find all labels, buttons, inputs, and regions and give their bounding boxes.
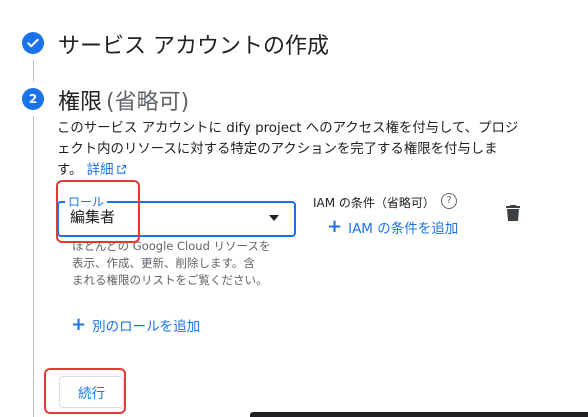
desc-line3: す。 — [57, 163, 83, 178]
role-hint: ほとんどの Google Cloud リソースを 表示、作成、更新、削除します。… — [72, 238, 280, 289]
iam-condition-label: IAM の条件（省略可） — [313, 196, 435, 210]
external-link-icon — [116, 164, 126, 174]
step2-description: このサービス アカウントに dify project へのアクセス権を付与して、… — [57, 118, 537, 181]
details-link[interactable]: 詳細 — [87, 163, 127, 178]
add-iam-condition-button[interactable]: + IAM の条件を追加 — [327, 216, 459, 238]
plus-icon: + — [327, 216, 343, 237]
dropdown-arrow-icon[interactable] — [269, 215, 279, 221]
stepper-line-top — [33, 60, 34, 82]
step2-number-badge: 2 — [22, 88, 44, 110]
step2-number: 2 — [28, 92, 38, 106]
add-another-role-label: 別のロールを追加 — [92, 319, 201, 335]
add-another-role-button[interactable]: + 別のロールを追加 — [71, 314, 201, 336]
bottom-overlay-bar — [250, 412, 588, 417]
stepper-line-bottom — [33, 116, 34, 417]
add-iam-condition-label: IAM の条件を追加 — [348, 221, 459, 237]
desc-line1: このサービス アカウントに dify project へのアクセス権を付与して、… — [57, 121, 519, 136]
role-hint-line2: 表示、作成、更新、削除します。含 — [72, 256, 255, 270]
step2-title-main: 権限 — [58, 90, 103, 115]
plus-icon: + — [71, 314, 87, 335]
role-hint-line3: まれる権限のリストをご覧ください。 — [72, 273, 268, 287]
highlight-continue-box — [44, 368, 126, 414]
step1-title: サービス アカウントの作成 — [58, 34, 329, 59]
step2-title-suffix: (省略可) — [106, 90, 190, 115]
help-icon[interactable]: ? — [441, 193, 457, 209]
desc-line2: ェクト内のリソースに対する特定のアクションを完了する権限を付与しま — [57, 142, 498, 157]
desc-line3-row: す。 詳細 — [57, 160, 537, 181]
details-link-text: 詳細 — [86, 163, 114, 178]
step1-check-icon — [22, 32, 44, 54]
highlight-role-box — [56, 180, 140, 243]
delete-icon[interactable] — [506, 205, 520, 225]
step2-title: 権限 (省略可) — [58, 84, 189, 116]
